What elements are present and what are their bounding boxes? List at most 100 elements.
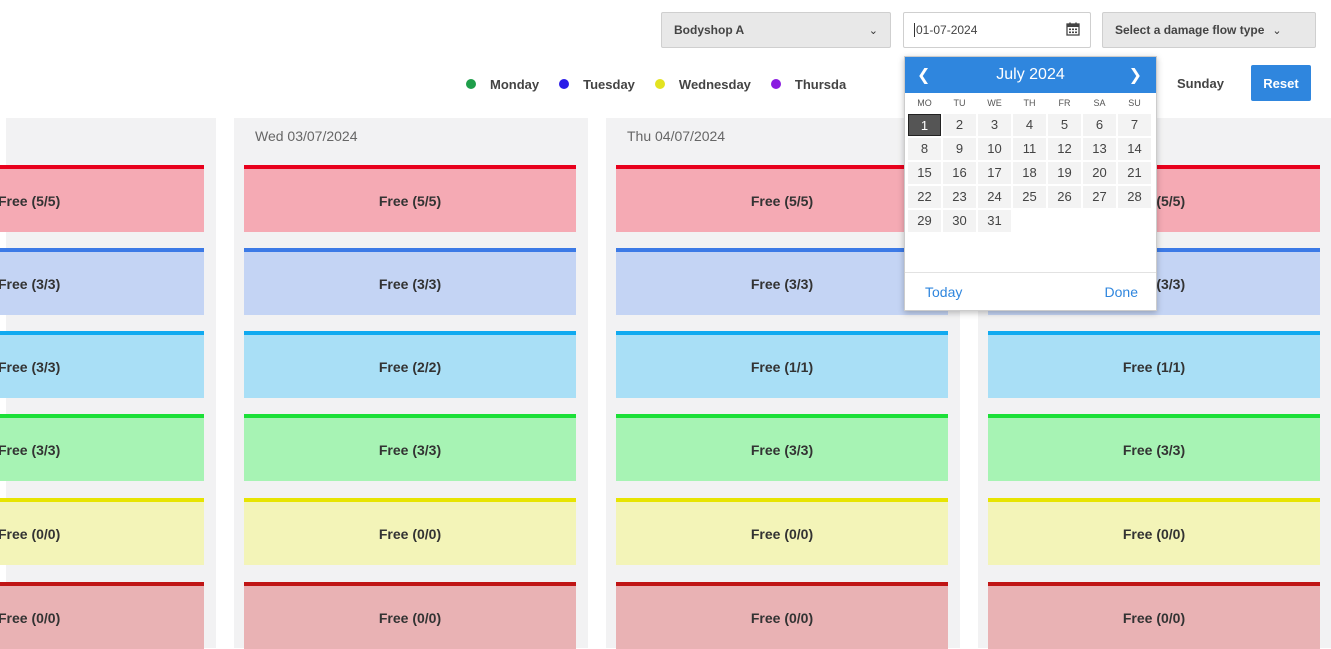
slot-availability-label: Free (5/5)	[750, 192, 814, 209]
weekday-label: WE	[987, 98, 1002, 108]
chevron-down-icon: ⌄	[868, 24, 878, 37]
day-column-header: Thu 04/07/2024	[627, 128, 726, 144]
slot-availability[interactable]: Free (3/3)	[0, 414, 204, 481]
calendar-day[interactable]: 13	[1083, 138, 1116, 160]
calendar-day	[1083, 210, 1116, 232]
slot-availability-label: Free (5/5)	[378, 192, 442, 209]
calendar-icon[interactable]	[1066, 22, 1080, 39]
calendar-day[interactable]: 31	[978, 210, 1011, 232]
slot-availability[interactable]: Free (0/0)	[0, 582, 204, 649]
weekday-label: FR	[1058, 98, 1071, 108]
calendar-day[interactable]: 30	[943, 210, 976, 232]
calendar-day[interactable]: 17	[978, 162, 1011, 184]
damage-flow-type-select[interactable]: Select a damage flow type ⌄	[1102, 12, 1316, 48]
calendar-day[interactable]: 16	[943, 162, 976, 184]
calendar-day[interactable]: 7	[1118, 114, 1151, 136]
slot-availability-label: Free (0/0)	[378, 525, 442, 542]
legend-dot-icon	[770, 79, 781, 89]
slot-availability[interactable]: Free (0/0)	[616, 498, 948, 565]
calendar-day	[1013, 210, 1046, 232]
slot-availability-label: Free (0/0)	[0, 609, 61, 626]
slot-availability[interactable]: Free (1/1)	[988, 331, 1320, 398]
calendar-day[interactable]: 9	[943, 138, 976, 160]
calendar-day[interactable]: 21	[1118, 162, 1151, 184]
calendar-day[interactable]: 6	[1083, 114, 1116, 136]
slot-availability-label: Free (3/3)	[378, 275, 442, 292]
slot-availability[interactable]: Free (5/5)	[0, 165, 204, 232]
slot-availability[interactable]: Free (3/3)	[244, 248, 576, 315]
slot-availability-label: Free (3/3)	[0, 441, 61, 458]
reset-button[interactable]: Reset	[1251, 65, 1311, 101]
calendar-day[interactable]: 4	[1013, 114, 1046, 136]
today-button[interactable]: Today	[925, 284, 962, 300]
slot-availability[interactable]: Free (0/0)	[988, 498, 1320, 565]
calendar-day[interactable]: 5	[1048, 114, 1081, 136]
chevron-left-icon[interactable]: ❮	[917, 65, 930, 85]
slot-availability[interactable]: Free (0/0)	[244, 582, 576, 649]
calendar-day[interactable]: 27	[1083, 186, 1116, 208]
slot-availability[interactable]: Free (3/3)	[0, 331, 204, 398]
calendar-day[interactable]: 18	[1013, 162, 1046, 184]
date-picker-header: ❮ July 2024 ❯	[905, 57, 1156, 93]
calendar-day[interactable]: 2	[943, 114, 976, 136]
legend-label: Wednesday	[678, 76, 751, 92]
legend-sunday: Sunday	[1177, 76, 1224, 91]
day-column-header: Wed 03/07/2024	[255, 128, 358, 144]
date-picker-footer: Today Done	[905, 272, 1156, 310]
done-button[interactable]: Done	[1105, 284, 1138, 300]
slot-availability-label: Free (1/1)	[750, 358, 814, 375]
calendar-day[interactable]: 28	[1118, 186, 1151, 208]
slot-availability[interactable]: Free (1/1)	[616, 331, 948, 398]
date-input[interactable]: 01-07-2024	[903, 12, 1091, 48]
slot-availability-label: Free (3/3)	[0, 358, 61, 375]
calendar-day[interactable]: 8	[908, 138, 941, 160]
slot-availability[interactable]: Free (2/2)	[244, 331, 576, 398]
slot-availability-label: Free (3/3)	[750, 275, 814, 292]
legend-item: Thursda	[770, 77, 846, 92]
slot-availability[interactable]: Free (3/3)	[616, 414, 948, 481]
legend-dot-icon	[559, 79, 570, 89]
bodyshop-select-value: Bodyshop A	[674, 23, 745, 37]
weekday-label: TH	[1023, 98, 1036, 108]
day-column: Free (5/5) Free (3/3) Free (3/3) Free (3/3)…	[0, 118, 216, 649]
slot-availability-label: Free (0/0)	[750, 609, 814, 626]
calendar-day[interactable]: 12	[1048, 138, 1081, 160]
date-picker-weekdays: MO TU WE TH FR SA SU	[905, 93, 1156, 113]
slot-availability[interactable]: Free (3/3)	[0, 248, 204, 315]
calendar-week-row: 1234567	[907, 113, 1154, 137]
slot-availability[interactable]: Free (5/5)	[244, 165, 576, 232]
calendar-day[interactable]: 11	[1013, 138, 1046, 160]
calendar-day[interactable]: 24	[978, 186, 1011, 208]
slot-availability[interactable]: Free (0/0)	[244, 498, 576, 565]
legend-dot-icon	[654, 79, 665, 89]
legend-item: Tuesday	[559, 77, 635, 92]
weekday-label: TU	[953, 98, 966, 108]
chevron-down-icon: ⌄	[1272, 24, 1282, 37]
calendar-day[interactable]: 3	[978, 114, 1011, 136]
calendar-day[interactable]: 25	[1013, 186, 1046, 208]
legend-label: Monday	[490, 76, 540, 92]
slot-availability[interactable]: Free (3/3)	[244, 414, 576, 481]
legend-item: Wednesday	[654, 76, 751, 92]
chevron-right-icon[interactable]: ❯	[1129, 65, 1142, 85]
calendar-day[interactable]: 1	[908, 114, 941, 136]
calendar-day[interactable]: 22	[908, 186, 941, 208]
slot-availability[interactable]: Free (3/3)	[988, 414, 1320, 481]
calendar-day[interactable]: 29	[908, 210, 941, 232]
slot-availability[interactable]: Free (0/0)	[0, 498, 204, 565]
slot-availability[interactable]: Free (0/0)	[988, 582, 1320, 649]
calendar-day[interactable]: 14	[1118, 138, 1151, 160]
calendar-day[interactable]: 15	[908, 162, 941, 184]
slot-availability-label: Free (3/3)	[0, 275, 61, 292]
calendar-day[interactable]: 10	[978, 138, 1011, 160]
bodyshop-select[interactable]: Bodyshop A ⌄	[661, 12, 891, 48]
slot-availability[interactable]: Free (5/5)	[616, 165, 948, 232]
calendar-day[interactable]: 20	[1083, 162, 1116, 184]
slot-availability-label: Free (0/0)	[1122, 525, 1186, 542]
calendar-day[interactable]: 26	[1048, 186, 1081, 208]
slot-availability[interactable]: Free (0/0)	[616, 582, 948, 649]
calendar-day[interactable]: 19	[1048, 162, 1081, 184]
slot-availability[interactable]: Free (3/3)	[616, 248, 948, 315]
calendar-day[interactable]: 23	[943, 186, 976, 208]
date-picker-month-label: July 2024	[996, 66, 1065, 83]
